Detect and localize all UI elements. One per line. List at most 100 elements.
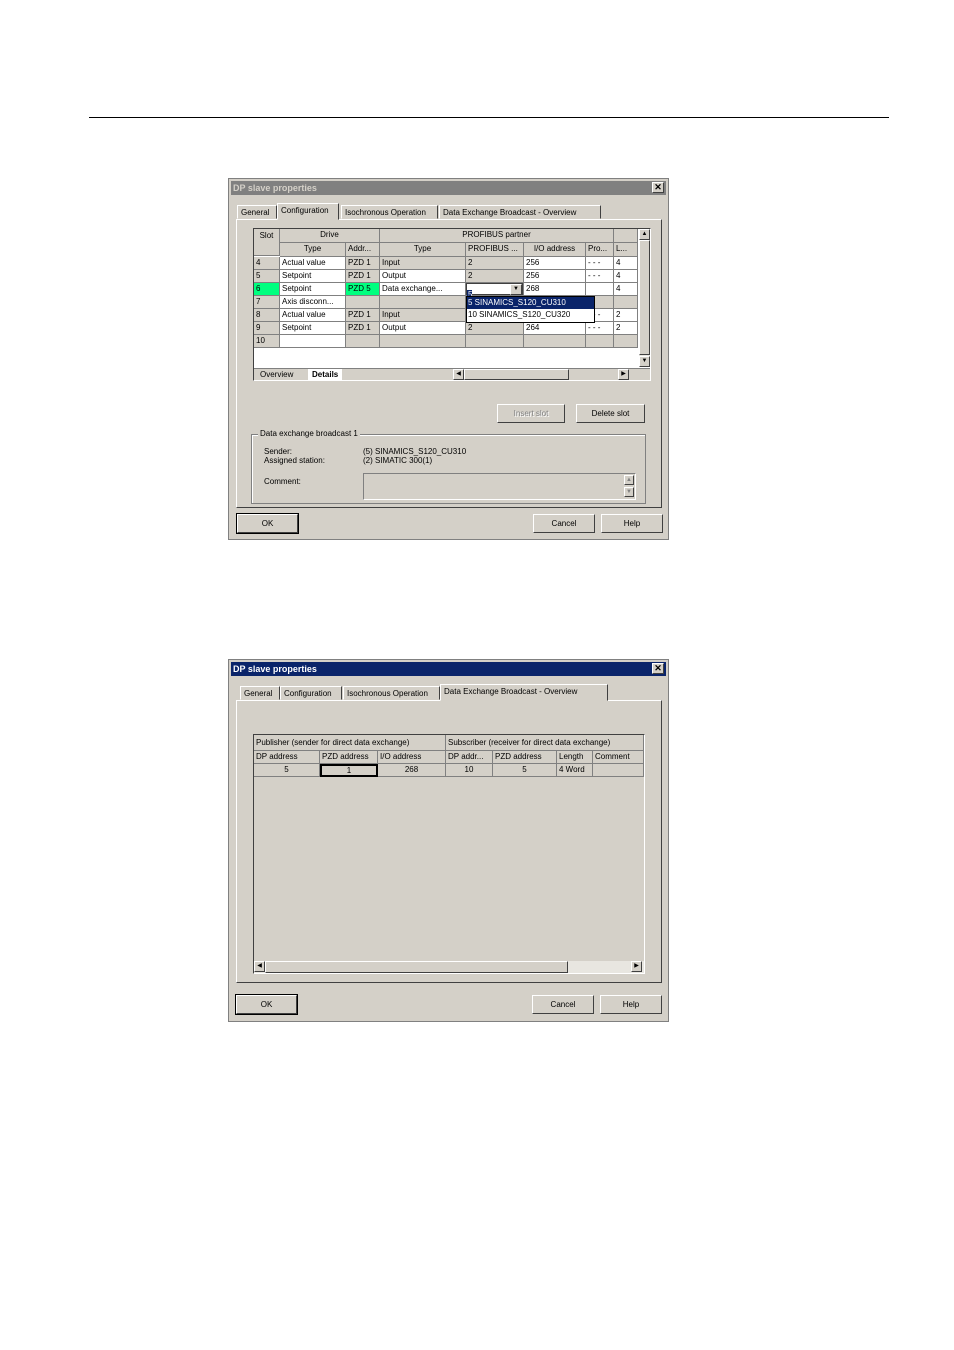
table-cell-subscriber-dp-address[interactable]: 10 <box>446 764 493 777</box>
close-icon[interactable]: ✕ <box>652 663 664 674</box>
table-cell-addr[interactable]: PZD 1 <box>346 309 380 322</box>
close-icon[interactable]: ✕ <box>652 182 664 193</box>
table-cell-ptype[interactable]: Input <box>380 309 466 322</box>
table-cell-slot[interactable]: 6 <box>254 283 280 296</box>
table-cell-comment[interactable] <box>593 764 644 777</box>
table-cell-ptype[interactable]: Output <box>380 322 466 335</box>
publisher-header: Publisher (sender for direct data exchan… <box>254 735 446 751</box>
delete-slot-button[interactable]: Delete slot <box>576 404 645 423</box>
table-cell-l[interactable] <box>614 335 638 348</box>
chevron-down-icon[interactable]: ▼ <box>510 284 522 295</box>
table-cell-addr[interactable]: PZD 1 <box>346 257 380 270</box>
table-cell-ptype[interactable]: Input <box>380 257 466 270</box>
table-cell-profibus[interactable] <box>466 335 524 348</box>
help-button[interactable]: Help <box>600 995 662 1014</box>
scroll-thumb[interactable] <box>639 240 650 355</box>
dropdown-option[interactable]: 5 SINAMICS_S120_CU310 <box>467 297 594 309</box>
table-cell-addr[interactable] <box>346 335 380 348</box>
table-cell-type[interactable]: Actual value <box>280 257 346 270</box>
table-cell-type[interactable]: Setpoint <box>280 270 346 283</box>
table-cell-io-address[interactable]: 268 <box>378 764 446 777</box>
insert-slot-button[interactable]: Insert slot <box>497 404 565 423</box>
table-cell-pro[interactable]: - - - <box>586 270 614 283</box>
table-cell-profibus[interactable]: 2 <box>466 322 524 335</box>
scroll-down-icon[interactable]: ▼ <box>639 356 650 367</box>
table-cell-subscriber-pzd-address[interactable]: 5 <box>493 764 557 777</box>
table-cell-io[interactable]: 264 <box>524 322 586 335</box>
table-cell-addr[interactable]: PZD 1 <box>346 270 380 283</box>
table-cell-type[interactable]: Axis disconn... <box>280 296 346 309</box>
scroll-up-icon[interactable]: ▲ <box>624 475 634 485</box>
horizontal-scroll-thumb[interactable] <box>265 961 568 973</box>
table-cell-slot[interactable]: 5 <box>254 270 280 283</box>
table-cell-ptype[interactable] <box>380 335 466 348</box>
table-cell-length[interactable]: 4 Word <box>557 764 593 777</box>
horizontal-scroll-thumb[interactable] <box>464 369 569 380</box>
table-cell-io[interactable] <box>524 335 586 348</box>
table-cell-slot[interactable]: 9 <box>254 322 280 335</box>
table-cell-l[interactable]: 4 <box>614 270 638 283</box>
table-cell-pro[interactable]: - - - <box>586 257 614 270</box>
table-cell-slot[interactable]: 4 <box>254 257 280 270</box>
table-cell-type[interactable]: Setpoint <box>280 322 346 335</box>
col-header-slot: Slot <box>254 229 280 256</box>
tab-general[interactable]: General <box>237 205 277 219</box>
dp-slave-properties-dialog-configuration: DP slave properties ✕ General Configurat… <box>228 178 669 540</box>
table-cell-addr[interactable]: PZD 5 <box>346 283 380 296</box>
vertical-scrollbar[interactable]: ▲ ▼ <box>639 229 650 367</box>
scroll-left-icon[interactable]: ◀ <box>453 369 464 380</box>
table-cell-l[interactable]: 2 <box>614 309 638 322</box>
ok-button[interactable]: OK <box>235 994 298 1015</box>
subtab-details[interactable]: Details <box>308 369 343 380</box>
dropdown-option[interactable]: 10 SINAMICS_S120_CU320 <box>467 309 594 321</box>
tab-data-exchange-broadcast-overview[interactable]: Data Exchange Broadcast - Overview <box>439 205 601 219</box>
cancel-button[interactable]: Cancel <box>533 514 595 533</box>
table-cell-ptype[interactable] <box>380 296 466 309</box>
table-cell-slot[interactable]: 7 <box>254 296 280 309</box>
table-cell-io[interactable]: 256 <box>524 270 586 283</box>
horizontal-scrollbar[interactable]: ◀ ▶ <box>254 961 644 973</box>
table-cell-io[interactable]: 268 <box>524 283 586 296</box>
profibus-partner-combo[interactable]: 5 ▼ <box>466 283 523 299</box>
tab-isochronous-operation[interactable]: Isochronous Operation <box>341 205 438 219</box>
scroll-left-icon[interactable]: ◀ <box>254 961 265 972</box>
dialog-title-bar: DP slave properties ✕ <box>231 662 666 676</box>
tab-isochronous-operation[interactable]: Isochronous Operation <box>343 686 440 700</box>
scroll-down-icon[interactable]: ▼ <box>624 487 634 497</box>
table-cell-profibus[interactable]: 2 <box>466 257 524 270</box>
scroll-up-icon[interactable]: ▲ <box>639 229 650 240</box>
help-button[interactable]: Help <box>601 514 663 533</box>
tab-configuration[interactable]: Configuration <box>280 686 342 700</box>
scroll-right-icon[interactable]: ▶ <box>631 961 642 972</box>
table-cell-pro[interactable] <box>586 335 614 348</box>
table-cell-dp-address[interactable]: 5 <box>254 764 320 777</box>
table-cell-ptype[interactable]: Data exchange... <box>380 283 466 296</box>
table-cell-addr[interactable]: PZD 1 <box>346 322 380 335</box>
table-cell-ptype[interactable]: Output <box>380 270 466 283</box>
tab-data-exchange-broadcast-overview[interactable]: Data Exchange Broadcast - Overview <box>440 684 608 701</box>
tab-general[interactable]: General <box>240 686 280 700</box>
table-cell-pro[interactable]: - - - <box>586 322 614 335</box>
col-header-pro: Pro... <box>586 243 614 257</box>
table-cell-l[interactable]: 2 <box>614 322 638 335</box>
table-cell-slot[interactable]: 10 <box>254 335 280 348</box>
table-cell-pro[interactable] <box>586 283 614 296</box>
table-cell-addr[interactable] <box>346 296 380 309</box>
table-cell-type[interactable]: Setpoint <box>280 283 346 296</box>
table-cell-type[interactable] <box>280 335 346 348</box>
table-cell-type[interactable]: Actual value <box>280 309 346 322</box>
dialog-title-bar: DP slave properties ✕ <box>231 181 666 195</box>
scroll-right-icon[interactable]: ▶ <box>618 369 629 380</box>
table-cell-slot[interactable]: 8 <box>254 309 280 322</box>
subtab-overview[interactable]: Overview <box>256 369 297 380</box>
table-cell-profibus[interactable]: 2 <box>466 270 524 283</box>
ok-button[interactable]: OK <box>236 513 299 534</box>
tab-configuration[interactable]: Configuration <box>277 203 339 220</box>
table-cell-io[interactable]: 256 <box>524 257 586 270</box>
table-cell-l[interactable] <box>614 296 638 309</box>
table-cell-l[interactable]: 4 <box>614 283 638 296</box>
table-cell-l[interactable]: 4 <box>614 257 638 270</box>
comment-field[interactable]: ▲ ▼ <box>363 473 636 500</box>
cancel-button[interactable]: Cancel <box>532 995 594 1014</box>
table-cell-pzd-address[interactable]: 1 <box>320 764 378 777</box>
